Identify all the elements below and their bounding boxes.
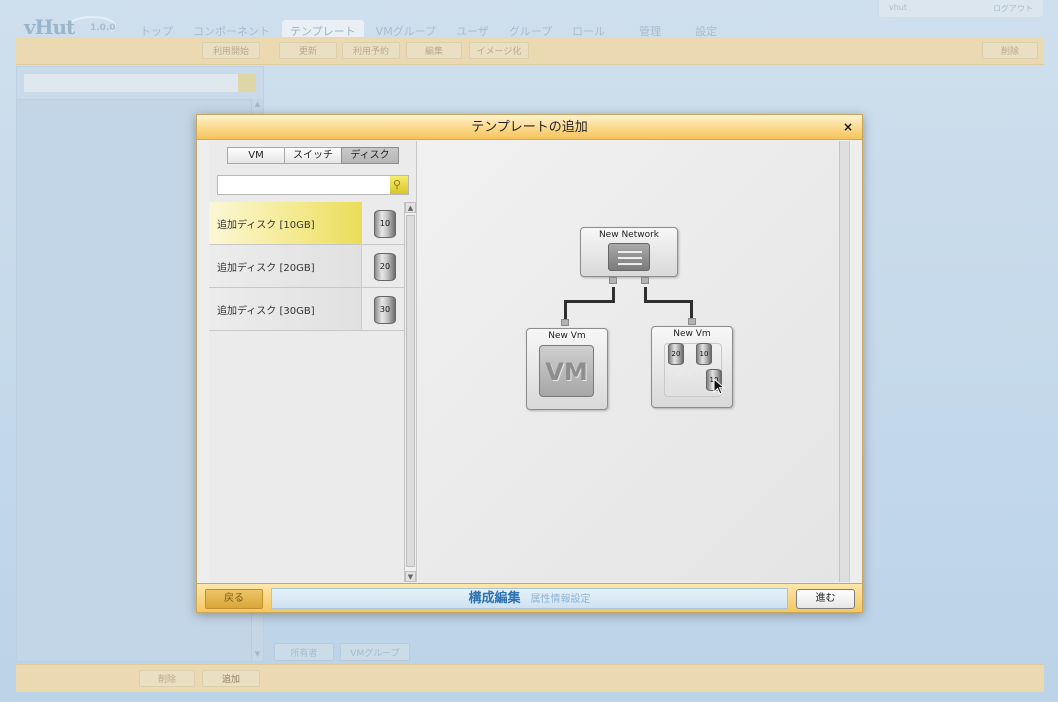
mouse-cursor-icon bbox=[713, 378, 726, 395]
tab-vm[interactable]: VM bbox=[227, 147, 285, 164]
nav-item-vm-groups[interactable]: VMグループ bbox=[368, 20, 444, 38]
network-node[interactable]: New Network bbox=[580, 227, 678, 277]
switch-arrow-line bbox=[618, 257, 642, 259]
nav-item-templates[interactable]: テンプレート bbox=[282, 20, 364, 38]
nav-item-roles[interactable]: ロール bbox=[564, 20, 613, 38]
scroll-down-icon[interactable]: ▼ bbox=[253, 650, 262, 660]
delete-top-button[interactable]: 削除 bbox=[982, 42, 1038, 59]
next-button[interactable]: 進む bbox=[796, 589, 855, 609]
nav-item-settings[interactable]: 設定 bbox=[687, 20, 725, 38]
connection-wire bbox=[564, 300, 615, 303]
tab-disk[interactable]: ディスク bbox=[341, 147, 399, 164]
attached-disk-size: 10 bbox=[699, 350, 709, 358]
logout-link[interactable]: ログアウト bbox=[993, 3, 1033, 14]
add-button[interactable]: 追加 bbox=[202, 670, 260, 687]
nav-item-groups[interactable]: グループ bbox=[501, 20, 560, 38]
connection-wire bbox=[644, 300, 692, 303]
network-port[interactable] bbox=[641, 277, 649, 284]
main-footer: 削除 追加 bbox=[16, 664, 1044, 692]
palette-item-disk-20gb[interactable]: 追加ディスク [20GB] 20 bbox=[209, 245, 404, 288]
scroll-up-icon[interactable]: ▲ bbox=[405, 202, 416, 213]
back-button[interactable]: 戻る bbox=[205, 589, 263, 609]
step-current: 構成編集 bbox=[468, 591, 521, 606]
palette-item-label: 追加ディスク [10GB] bbox=[217, 220, 315, 231]
palette-search-button[interactable]: ⚲ bbox=[390, 176, 408, 194]
vm-port[interactable] bbox=[561, 319, 569, 326]
switch-arrow-line bbox=[618, 263, 642, 265]
switch-icon bbox=[608, 243, 650, 271]
tab-switch[interactable]: スイッチ bbox=[284, 147, 342, 164]
palette-item-disk-10gb[interactable]: 追加ディスク [10GB] 10 bbox=[209, 202, 404, 245]
delete-button[interactable]: 削除 bbox=[139, 670, 195, 687]
attached-disk-icon[interactable]: 20 bbox=[668, 343, 684, 365]
nav-item-admin[interactable]: 管理 bbox=[631, 20, 669, 38]
canvas-scrollbar[interactable] bbox=[839, 141, 849, 582]
main-toolbar: 利用開始 更新 利用予約 編集 イメージ化 削除 bbox=[16, 37, 1044, 65]
owner-button[interactable]: 所有者 bbox=[274, 643, 334, 661]
search-icon: ⚲ bbox=[393, 178, 402, 191]
disk-icon[interactable]: 30 bbox=[374, 296, 396, 324]
logo-version: 1.0.0 bbox=[90, 23, 116, 33]
palette-search-input[interactable] bbox=[220, 177, 388, 193]
add-template-dialog: テンプレートの追加 × VM スイッチ ディスク ⚲ 追加ディスク [10GB] bbox=[196, 114, 863, 613]
configuration-canvas[interactable]: New Network New Vm VM New Vm VM 20 10 bbox=[418, 141, 850, 582]
disk-size-label: 10 bbox=[379, 219, 391, 228]
step-next: 属性情報設定 bbox=[530, 594, 591, 605]
edit-button[interactable]: 編集 bbox=[406, 42, 462, 59]
search-icon[interactable] bbox=[238, 74, 256, 92]
palette-item-label-cell: 追加ディスク [10GB] bbox=[209, 202, 362, 244]
vm-group-button[interactable]: VMグループ bbox=[340, 643, 410, 661]
component-palette: VM スイッチ ディスク ⚲ 追加ディスク [10GB] 10 追加ディスク [… bbox=[209, 141, 417, 582]
palette-list: 追加ディスク [10GB] 10 追加ディスク [20GB] 20 追加ディスク… bbox=[209, 202, 404, 580]
vm-node[interactable]: New Vm VM bbox=[526, 328, 608, 410]
imagize-button[interactable]: イメージ化 bbox=[469, 42, 529, 59]
disk-size-label: 30 bbox=[379, 305, 391, 314]
connection-wire bbox=[564, 300, 567, 319]
dialog-footer: 戻る 構成編集 属性情報設定 進む bbox=[197, 583, 862, 612]
disk-size-label: 20 bbox=[379, 262, 391, 271]
switch-arrow-line bbox=[618, 251, 642, 253]
top-navigation: トップ コンポーネント テンプレート VMグループ ユーザ グループ ロール 管… bbox=[132, 20, 729, 38]
vm-port[interactable] bbox=[688, 318, 696, 325]
dialog-title: テンプレートの追加 bbox=[197, 115, 862, 140]
close-icon[interactable]: × bbox=[841, 120, 855, 134]
nav-item-components[interactable]: コンポーネント bbox=[185, 20, 278, 38]
node-title: New Vm bbox=[673, 329, 711, 339]
reserve-button[interactable]: 利用予約 bbox=[342, 42, 400, 59]
network-port[interactable] bbox=[609, 277, 617, 284]
scroll-down-icon[interactable]: ▼ bbox=[405, 571, 416, 582]
node-title: New Network bbox=[598, 230, 660, 240]
disk-icon[interactable]: 20 bbox=[374, 253, 396, 281]
dialog-body: VM スイッチ ディスク ⚲ 追加ディスク [10GB] 10 追加ディスク [… bbox=[209, 141, 850, 582]
wizard-steps: 構成編集 属性情報設定 bbox=[271, 588, 788, 609]
palette-item-label-cell: 追加ディスク [20GB] bbox=[209, 245, 362, 287]
user-name: vhut bbox=[889, 3, 908, 12]
template-search-input[interactable] bbox=[23, 73, 257, 93]
start-use-button[interactable]: 利用開始 bbox=[202, 42, 260, 59]
scroll-up-icon[interactable]: ▲ bbox=[253, 100, 262, 110]
nav-item-users[interactable]: ユーザ bbox=[448, 20, 497, 38]
scrollbar-thumb[interactable] bbox=[406, 215, 415, 567]
nav-item-top[interactable]: トップ bbox=[132, 20, 181, 38]
palette-item-label-cell: 追加ディスク [30GB] bbox=[209, 288, 362, 330]
attached-disk-icon[interactable]: 10 bbox=[696, 343, 712, 365]
disk-icon[interactable]: 10 bbox=[374, 210, 396, 238]
connection-wire bbox=[690, 300, 693, 318]
vm-icon-text: VM bbox=[545, 358, 588, 386]
logo-text: vHut bbox=[24, 15, 75, 39]
palette-scrollbar[interactable]: ▲ ▼ bbox=[404, 202, 416, 582]
update-button[interactable]: 更新 bbox=[279, 42, 337, 59]
node-title: New Vm bbox=[548, 331, 586, 341]
palette-tabs: VM スイッチ ディスク bbox=[227, 147, 399, 164]
user-box: vhut ログアウト bbox=[878, 0, 1044, 18]
palette-item-label: 追加ディスク [20GB] bbox=[217, 263, 315, 274]
attached-disk-size: 20 bbox=[671, 350, 681, 358]
palette-item-label: 追加ディスク [30GB] bbox=[217, 306, 315, 317]
palette-search: ⚲ bbox=[217, 175, 409, 195]
vm-icon: VM bbox=[539, 345, 594, 397]
app-logo: vHut 1.0.0 bbox=[18, 10, 118, 40]
palette-item-disk-30gb[interactable]: 追加ディスク [30GB] 30 bbox=[209, 288, 404, 331]
